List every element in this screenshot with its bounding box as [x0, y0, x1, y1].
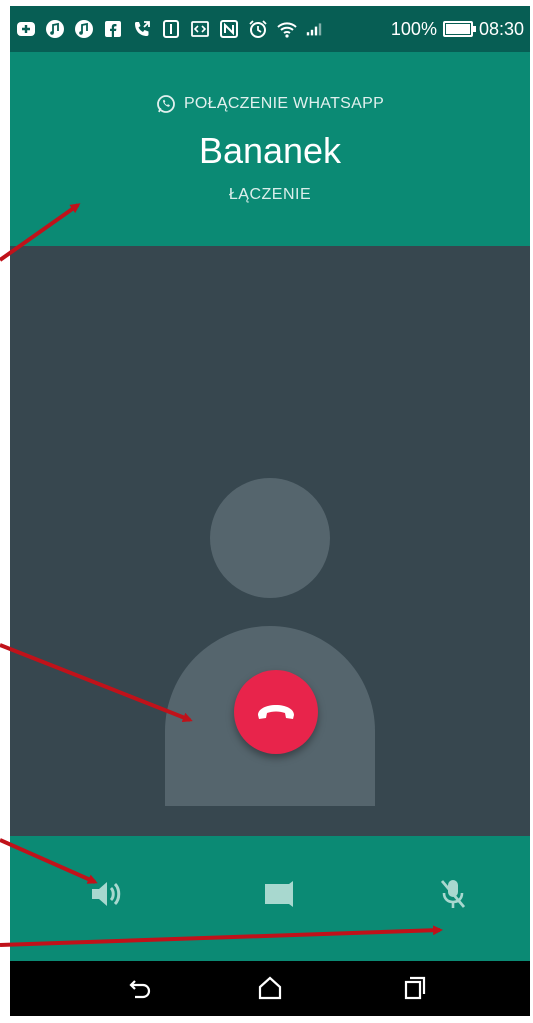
music-note-icon — [75, 20, 93, 38]
clock: 08:30 — [478, 18, 524, 39]
add-box-icon — [17, 22, 35, 36]
home-button[interactable] — [250, 971, 290, 1005]
notification-icons — [16, 19, 322, 39]
call-header: POŁĄCZENIE WHATSAPP Bananek ŁĄCZENIE — [10, 52, 530, 246]
signal-icon — [306, 23, 322, 36]
call-forward-icon — [135, 21, 150, 36]
whatsapp-icon — [157, 95, 175, 113]
speaker-icon — [92, 882, 121, 906]
wifi-icon — [277, 22, 297, 38]
recents-button[interactable] — [395, 971, 435, 1005]
avatar-head — [210, 478, 330, 598]
end-call-icon — [258, 705, 294, 719]
recents-icon — [404, 976, 426, 1000]
back-button[interactable] — [120, 971, 160, 1005]
status-right: 100% 08:30 — [391, 19, 524, 40]
mute-button[interactable] — [423, 864, 483, 924]
contact-name: Bananek — [198, 130, 342, 171]
phone-screen: 100% 08:30 POŁĄCZENIE WHATSAPP Bananek Ł… — [10, 6, 530, 1016]
battery-percent: 100% — [390, 18, 437, 39]
nfc-icon — [220, 20, 238, 38]
call-body — [10, 246, 530, 836]
music-note-icon — [46, 20, 64, 38]
code-icon — [191, 21, 209, 37]
facebook-icon — [105, 21, 121, 37]
back-icon — [129, 980, 151, 999]
end-call-button[interactable] — [234, 670, 318, 754]
call-type-label: POŁĄCZENIE WHATSAPP — [183, 95, 385, 112]
mic-off-icon — [440, 880, 466, 908]
tablet-icon — [163, 20, 179, 38]
status-bar: 100% 08:30 — [10, 6, 530, 52]
navigation-bar — [10, 961, 530, 1016]
call-controls — [10, 836, 530, 961]
video-button[interactable] — [250, 864, 310, 924]
screenshot-frame: 100% 08:30 POŁĄCZENIE WHATSAPP Bananek Ł… — [0, 0, 533, 1023]
video-icon — [265, 881, 293, 907]
home-icon — [258, 976, 282, 1000]
speaker-button[interactable] — [76, 864, 136, 924]
call-status: ŁĄCZENIE — [228, 186, 312, 203]
alarm-icon — [249, 20, 267, 38]
battery-icon — [442, 21, 476, 37]
call-type-row: POŁĄCZENIE WHATSAPP — [10, 94, 530, 114]
